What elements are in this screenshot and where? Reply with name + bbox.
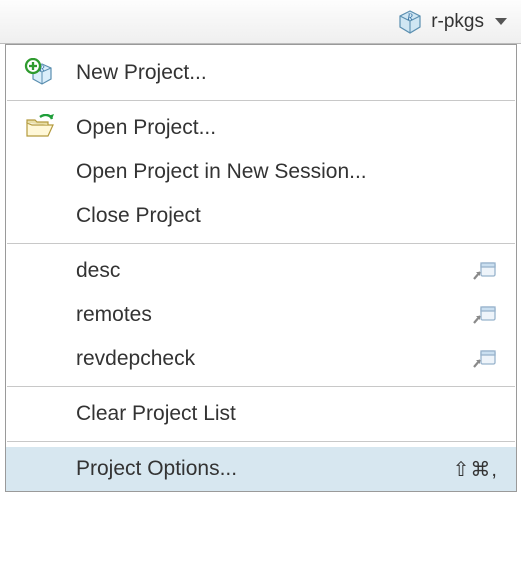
menu-item-label: Project Options... [76, 457, 453, 481]
menu-item-clear-project-list[interactable]: Clear Project List [6, 392, 516, 436]
project-menu: R New Project... Open Project... Open Pr… [5, 44, 517, 492]
open-in-new-window-icon[interactable] [472, 260, 498, 282]
menu-item-label: desc [76, 259, 472, 283]
menu-item-label: revdepcheck [76, 347, 472, 371]
keyboard-shortcut: ⇧⌘, [453, 457, 498, 482]
menu-item-recent-project[interactable]: desc [6, 249, 516, 293]
menu-item-label: Close Project [76, 204, 498, 228]
menu-item-label: remotes [76, 303, 472, 327]
separator [7, 243, 515, 244]
menu-item-project-options[interactable]: Project Options... ⇧⌘, [6, 447, 516, 491]
chevron-down-icon [495, 18, 507, 25]
current-project-label: r-pkgs [431, 11, 484, 33]
open-in-new-window-icon[interactable] [472, 348, 498, 370]
r-project-cube-icon: R [397, 9, 423, 35]
toolbar: R r-pkgs [0, 0, 521, 44]
open-folder-icon [24, 114, 76, 142]
menu-item-label: Clear Project List [76, 402, 498, 426]
separator [7, 386, 515, 387]
separator [7, 441, 515, 442]
menu-item-recent-project[interactable]: remotes [6, 293, 516, 337]
menu-item-open-in-new-session[interactable]: Open Project in New Session... [6, 150, 516, 194]
svg-text:R: R [406, 12, 413, 22]
menu-item-open-project[interactable]: Open Project... [6, 106, 516, 150]
menu-item-close-project[interactable]: Close Project [6, 194, 516, 238]
project-switcher[interactable]: R r-pkgs [397, 9, 507, 35]
menu-item-new-project[interactable]: R New Project... [6, 51, 516, 95]
new-project-icon: R [24, 58, 76, 88]
menu-item-label: New Project... [76, 61, 498, 85]
menu-item-label: Open Project... [76, 116, 498, 140]
open-in-new-window-icon[interactable] [472, 304, 498, 326]
menu-item-recent-project[interactable]: revdepcheck [6, 337, 516, 381]
separator [7, 100, 515, 101]
menu-item-label: Open Project in New Session... [76, 160, 498, 184]
